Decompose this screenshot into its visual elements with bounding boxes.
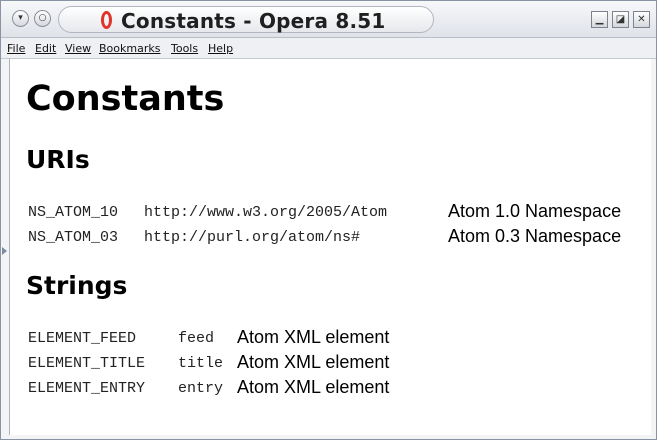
menu-file[interactable]: File xyxy=(7,42,25,55)
string-name-1: ELEMENT_TITLE xyxy=(28,355,146,372)
menu-help[interactable]: Help xyxy=(208,42,233,55)
close-icon[interactable]: ✕ xyxy=(633,11,650,28)
string-desc-2: Atom XML element xyxy=(237,377,390,397)
window-menu-icon[interactable]: ▾ xyxy=(12,10,29,27)
string-name-0: ELEMENT_FEED xyxy=(28,330,137,347)
menu-tools[interactable]: Tools xyxy=(171,42,198,55)
string-desc-0: Atom XML element xyxy=(237,327,390,347)
opera-icon xyxy=(101,11,112,29)
string-desc-1: Atom XML element xyxy=(237,352,390,372)
menu-edit[interactable]: Edit xyxy=(35,42,56,55)
page-content: Constants URIs NS_ATOM_10 http://www.w3.… xyxy=(9,59,651,435)
string-value-2: entry xyxy=(178,380,224,397)
uri-value-1: http://purl.org/atom/ns# xyxy=(144,229,361,246)
menu-bookmarks[interactable]: Bookmarks xyxy=(99,42,160,55)
string-value-0: feed xyxy=(178,330,215,347)
menu-bar: File Edit View Bookmarks Tools Help xyxy=(1,38,656,59)
browser-window: ▾ ○ Constants - Opera 8.51 ▁ ◪ ✕ File Ed… xyxy=(0,0,657,440)
window-title: Constants - Opera 8.51 xyxy=(121,9,386,33)
uri-desc-1: Atom 0.3 Namespace xyxy=(448,226,622,246)
minimize-icon[interactable]: ▁ xyxy=(591,11,608,28)
page-title: Constants xyxy=(26,79,225,119)
uri-desc-0: Atom 1.0 Namespace xyxy=(448,201,622,221)
strings-heading: Strings xyxy=(26,271,128,300)
maximize-icon[interactable]: ◪ xyxy=(612,11,629,28)
panel-toggle-icon[interactable] xyxy=(2,247,7,255)
uri-name-1: NS_ATOM_03 xyxy=(28,229,119,246)
uri-name-0: NS_ATOM_10 xyxy=(28,204,119,221)
uris-heading: URIs xyxy=(26,145,90,174)
uri-value-0: http://www.w3.org/2005/Atom xyxy=(144,204,388,221)
window-pin-icon[interactable]: ○ xyxy=(34,10,51,27)
string-value-1: title xyxy=(178,355,224,372)
menu-view[interactable]: View xyxy=(65,42,91,55)
title-bar[interactable]: ▾ ○ Constants - Opera 8.51 ▁ ◪ ✕ xyxy=(1,1,656,38)
string-name-2: ELEMENT_ENTRY xyxy=(28,380,146,397)
